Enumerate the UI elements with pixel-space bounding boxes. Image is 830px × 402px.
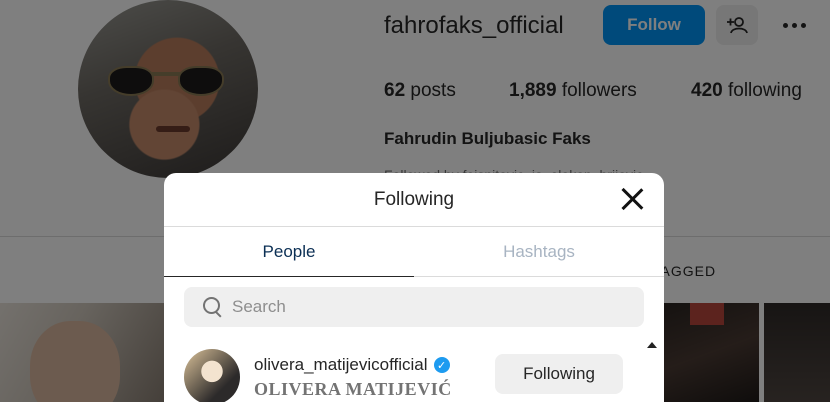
avatar[interactable] bbox=[184, 349, 240, 402]
verified-badge-icon: ✓ bbox=[433, 357, 450, 373]
search-input[interactable] bbox=[232, 297, 612, 317]
tab-people[interactable]: People bbox=[164, 227, 414, 277]
modal-title: Following bbox=[373, 188, 455, 210]
search-icon bbox=[202, 296, 224, 318]
modal-header: Following bbox=[164, 173, 664, 227]
list-item-username[interactable]: olivera_matijevicofficial ✓ bbox=[254, 355, 450, 375]
list-item-username-text: olivera_matijevicofficial bbox=[254, 355, 428, 374]
modal-tabs: People Hashtags bbox=[164, 227, 664, 277]
scroll-up-arrow-icon[interactable] bbox=[647, 342, 657, 348]
following-modal: Following People Hashtags olivera_matije… bbox=[164, 173, 664, 402]
close-icon[interactable] bbox=[620, 187, 644, 211]
search-box[interactable] bbox=[184, 287, 644, 327]
list-item-full-name: OLIVERA MATIJEVIĆ bbox=[254, 379, 452, 399]
following-list: olivera_matijevicofficial ✓ OLIVERA MATI… bbox=[164, 339, 664, 402]
tab-hashtags[interactable]: Hashtags bbox=[414, 227, 664, 276]
list-item: olivera_matijevicofficial ✓ OLIVERA MATI… bbox=[184, 349, 644, 402]
following-button[interactable]: Following bbox=[495, 354, 623, 394]
